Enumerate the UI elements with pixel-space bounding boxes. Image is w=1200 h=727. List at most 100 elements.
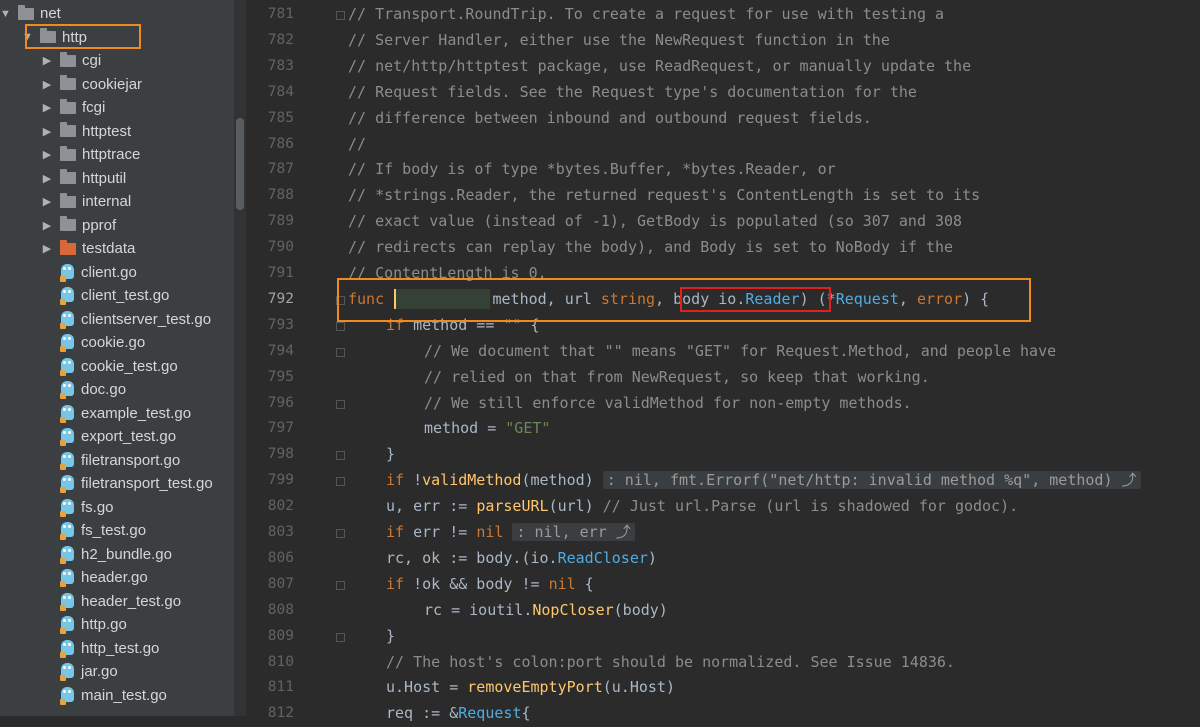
tree-folder-item[interactable]: ▶ httptest (0, 120, 234, 144)
code-line[interactable]: if !validMethod(method) : nil, fmt.Error… (386, 468, 1141, 494)
code-line[interactable]: // We document that "" means "GET" for R… (424, 339, 1056, 365)
sidebar-scrollbar[interactable] (236, 118, 244, 210)
fold-end-marker-icon[interactable] (336, 399, 345, 409)
code-line[interactable]: rc = ioutil.NopCloser(body) (424, 598, 668, 624)
chevron-right-icon[interactable]: ▶ (42, 148, 52, 161)
tree-file-item[interactable]: ▶cookie.go (0, 331, 234, 355)
line-number: 803 (267, 524, 294, 540)
tree-folder-item[interactable]: ▶ httptrace (0, 143, 234, 167)
code-line[interactable]: u, err := parseURL(url) // Just url.Pars… (386, 494, 1018, 520)
fold-end-marker-icon[interactable] (336, 451, 345, 461)
chevron-right-icon[interactable]: ▶ (42, 101, 52, 114)
folded-code-hint[interactable]: : nil, err ⤴ (512, 523, 635, 541)
code-line[interactable]: // *strings.Reader, the returned request… (348, 183, 980, 209)
tree-file-item[interactable]: ▶fs_test.go (0, 519, 234, 543)
code-line[interactable]: } (386, 442, 395, 468)
folder-icon (60, 192, 76, 208)
code-token: (body) (613, 600, 668, 619)
line-number: 796 (267, 394, 294, 411)
code-token: // Just url.Parse (url is shadowed for g… (602, 497, 1019, 516)
tree-file-item[interactable]: ▶h2_bundle.go (0, 543, 234, 567)
fold-start-marker-icon[interactable] (336, 347, 345, 357)
tree-file-item[interactable]: ▶main_test.go (0, 684, 234, 708)
code-line[interactable]: // Server Handler, either use the NewReq… (348, 28, 890, 54)
tree-item-label: fcgi (82, 99, 106, 117)
tree-item-label: httptrace (82, 146, 141, 164)
code-line[interactable]: // relied on that from NewRequest, so ke… (424, 365, 930, 391)
chevron-right-icon[interactable]: ▶ (42, 219, 52, 232)
chevron-right-icon[interactable]: ▶ (42, 125, 52, 138)
code-token: u.Host = (386, 678, 468, 697)
folder-icon (60, 51, 76, 67)
code-line[interactable]: if !ok && body != nil { (386, 572, 594, 598)
code-line[interactable]: // net/http/httptest package, use ReadRe… (348, 54, 971, 80)
tree-file-item[interactable]: ▶doc.go (0, 378, 234, 402)
fold-start-marker-icon[interactable] (336, 580, 345, 590)
tree-file-item[interactable]: ▶http_test.go (0, 637, 234, 661)
tree-file-item[interactable]: ▶header.go (0, 566, 234, 590)
tree-folder-item[interactable]: ▶ testdata (0, 237, 234, 261)
tree-file-item[interactable]: ▶client_test.go (0, 284, 234, 308)
code-line[interactable]: // Transport.RoundTrip. To create a requ… (348, 2, 944, 28)
http-folder-highlight-box (25, 24, 141, 49)
tree-file-item[interactable]: ▶jar.go (0, 660, 234, 684)
folded-code-hint[interactable]: : nil, fmt.Errorf("net/http: invalid met… (602, 471, 1141, 490)
code-line[interactable]: // (348, 132, 366, 158)
code-token: // net/http/httptest package, use ReadRe… (348, 56, 972, 75)
chevron-right-icon[interactable]: ▶ (42, 78, 52, 91)
chevron-down-icon[interactable]: ▼ (0, 8, 11, 20)
tree-file-item[interactable]: ▶example_test.go (0, 402, 234, 426)
code-token: method = (424, 419, 506, 438)
code-token: // Transport.RoundTrip. To create a requ… (348, 5, 945, 23)
fold-end-marker-icon[interactable] (336, 632, 345, 642)
line-number: 786 (267, 135, 294, 152)
fold-start-marker-icon[interactable] (336, 11, 345, 20)
tree-file-item[interactable]: ▶cookie_test.go (0, 355, 234, 379)
tree-item-label: client.go (81, 263, 137, 281)
code-line[interactable]: // redirects can replay the body), and B… (348, 235, 953, 261)
tree-folder-item[interactable]: ▶ cookiejar (0, 73, 234, 97)
code-line[interactable]: method = "GET" (424, 416, 550, 442)
tree-file-item[interactable]: ▶filetransport.go (0, 449, 234, 473)
tree-item-label: header.go (81, 569, 148, 587)
tree-folder-item[interactable]: ▶ fcgi (0, 96, 234, 120)
tree-file-item[interactable]: ▶client.go (0, 261, 234, 285)
fold-start-marker-icon[interactable] (336, 321, 345, 331)
tree-file-item[interactable]: ▶filetransport_test.go (0, 472, 234, 496)
code-line[interactable]: req := &Request{ (386, 701, 531, 727)
tree-folder-item[interactable]: ▶ internal (0, 190, 234, 214)
fold-start-marker-icon[interactable] (336, 529, 345, 538)
code-line[interactable]: // exact value (instead of -1), GetBody … (348, 209, 962, 235)
tree-file-item[interactable]: ▶clientserver_test.go (0, 308, 234, 332)
tree-item-label: filetransport.go (81, 451, 181, 469)
tree-folder-item[interactable]: ▶ cgi (0, 49, 234, 73)
tree-item-label: jar.go (81, 663, 118, 681)
tree-file-item[interactable]: ▶header_test.go (0, 590, 234, 614)
tree-file-item[interactable]: ▶http.go (0, 613, 234, 637)
tree-item-label: cgi (82, 52, 102, 70)
code-line[interactable]: } (386, 624, 395, 650)
chevron-right-icon[interactable]: ▶ (42, 242, 52, 255)
chevron-right-icon[interactable]: ▶ (42, 172, 52, 185)
tree-file-item[interactable]: ▶export_test.go (0, 425, 234, 449)
tree-item-label: httptest (82, 122, 132, 140)
code-line[interactable]: // If body is of type *bytes.Buffer, *by… (348, 157, 836, 183)
code-line[interactable]: // difference between inbound and outbou… (348, 106, 872, 132)
tree-item-label: cookie.go (81, 334, 146, 352)
fold-start-marker-icon[interactable] (336, 477, 345, 487)
tree-folder-item[interactable]: ▶ pprof (0, 214, 234, 238)
tree-file-item[interactable]: ▶fs.go (0, 496, 234, 520)
chevron-right-icon[interactable]: ▶ (42, 195, 52, 208)
code-line[interactable]: u.Host = removeEmptyPort(u.Host) (386, 675, 675, 701)
code-line[interactable]: // We still enforce validMethod for non-… (424, 391, 912, 417)
code-line[interactable]: rc, ok := body.(io.ReadCloser) (386, 546, 657, 572)
line-number: 799 (267, 472, 294, 489)
tree-item-label: doc.go (81, 381, 127, 399)
code-token: validMethod (422, 471, 522, 490)
code-line[interactable]: if err != nil : nil, err ⤴ (386, 520, 635, 546)
tree-folder-item[interactable]: ▶ httputil (0, 167, 234, 191)
chevron-right-icon[interactable]: ▶ (42, 54, 52, 67)
code-line[interactable]: // The host's colon:port should be norma… (386, 650, 955, 676)
code-line[interactable]: // Request fields. See the Request type'… (348, 80, 917, 106)
tree-folder-item[interactable]: ▼ net (0, 2, 234, 26)
